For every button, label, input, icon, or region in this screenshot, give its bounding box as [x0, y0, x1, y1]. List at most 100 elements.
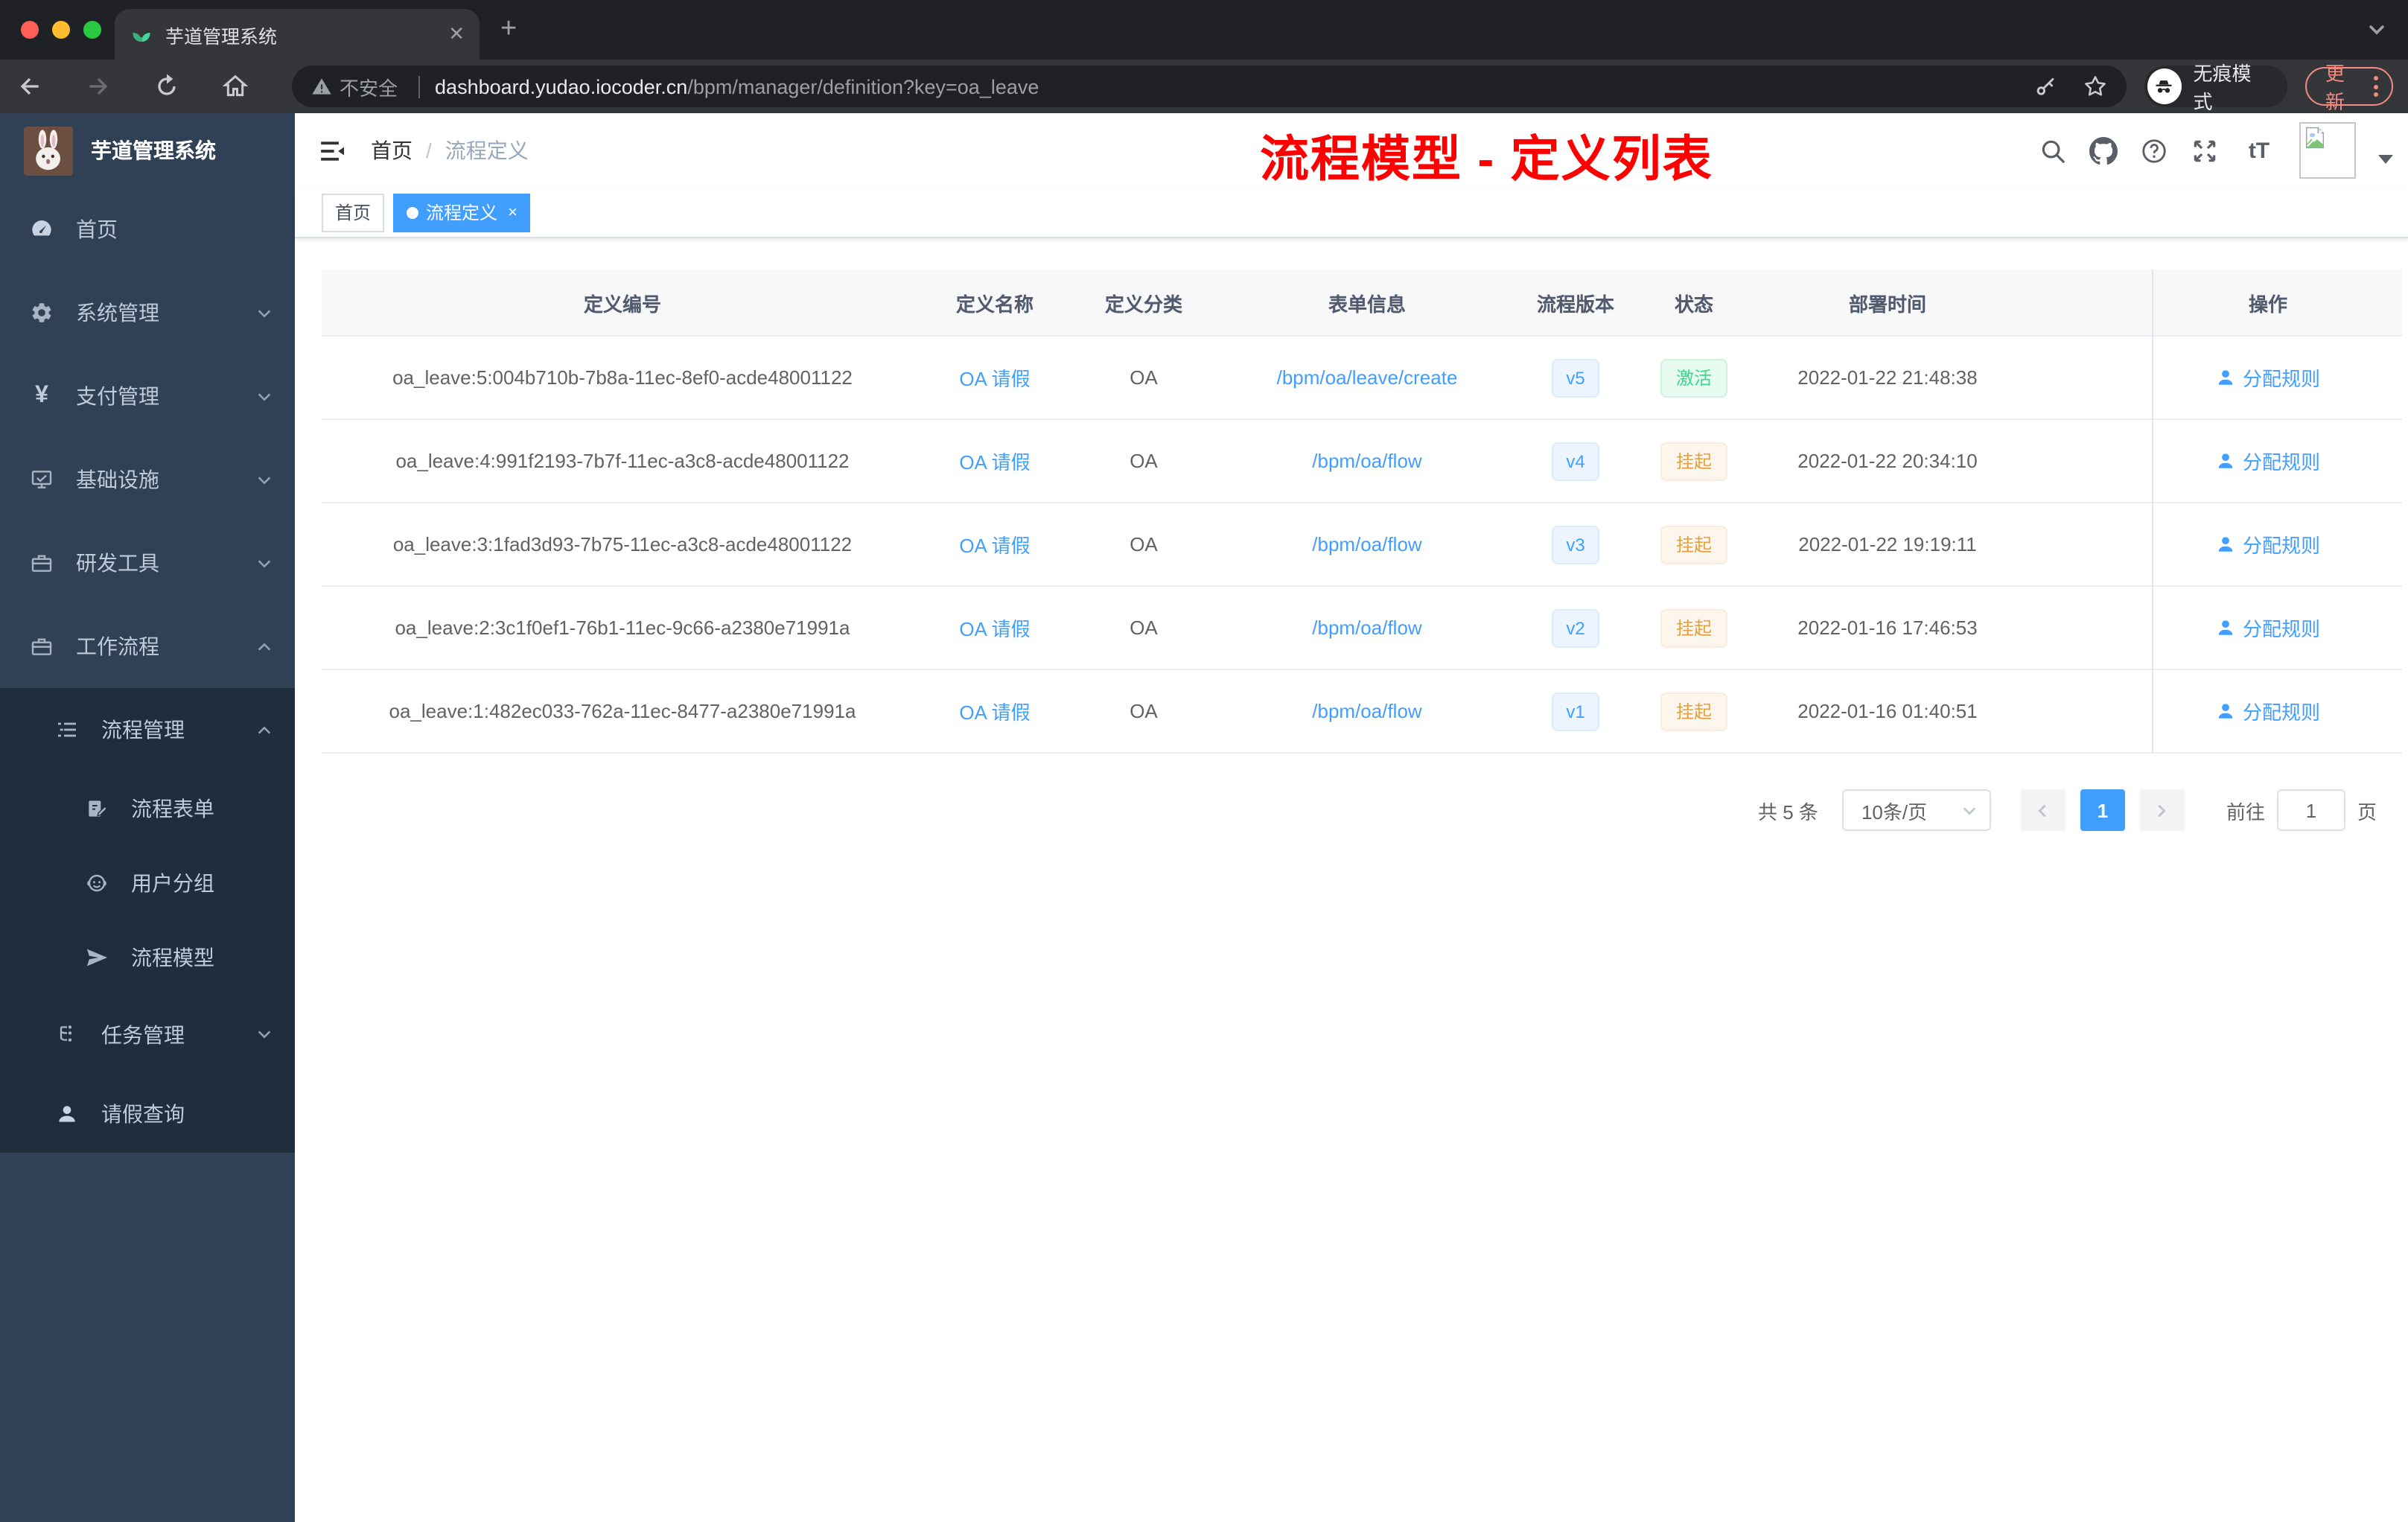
monitor-check-icon: [30, 468, 54, 491]
reload-icon[interactable]: [152, 71, 182, 101]
form-link[interactable]: /bpm/oa/leave/create: [1277, 366, 1458, 389]
sidebar-logo[interactable]: 芋道管理系统: [0, 113, 295, 188]
assign-rule-button[interactable]: 分配规则: [2216, 697, 2320, 725]
goto-page-input[interactable]: [2276, 789, 2345, 831]
sidebar: 芋道管理系统 首页 系统管理 ¥ 支付管理 基础设施 研发工具 工作流程 流程管…: [0, 113, 295, 1522]
deploy-time: 2022-01-16 17:46:53: [1797, 617, 1978, 639]
col-header: 定义编号: [322, 270, 923, 335]
back-icon[interactable]: [15, 71, 45, 101]
next-page-button[interactable]: [2139, 789, 2185, 831]
minimize-window-button[interactable]: [52, 21, 70, 39]
col-header: 表单信息: [1221, 270, 1513, 335]
deploy-time: 2022-01-22 20:34:10: [1797, 450, 1978, 472]
avatar[interactable]: [2299, 122, 2356, 179]
breadcrumb-home[interactable]: 首页: [371, 136, 413, 165]
user-group-face-icon: [85, 871, 109, 895]
chevron-down-icon: [258, 1031, 271, 1039]
browser-toolbar: 不安全 dashboard.yudao.iocoder.cn/bpm/manag…: [0, 60, 2408, 113]
definition-name-link[interactable]: OA 请假: [959, 447, 1030, 475]
tag-home[interactable]: 首页: [322, 193, 385, 232]
browser-tab[interactable]: 芋道管理系统 ✕: [115, 9, 480, 60]
main-panel: 首页 / 流程定义 流程模型 - 定义列表 tT 首页 流程定义 × 定义编号 …: [295, 113, 2408, 1522]
tab-close-icon[interactable]: ✕: [448, 22, 465, 46]
tab-strip: 芋道管理系统 ✕ +: [0, 0, 2408, 60]
assign-rule-button[interactable]: 分配规则: [2216, 614, 2320, 642]
page-size-select[interactable]: 10条/页: [1841, 789, 1991, 831]
help-question-icon[interactable]: [2140, 136, 2168, 165]
sidebar-item-process-model[interactable]: 流程模型: [0, 920, 295, 995]
version-badge: v5: [1551, 358, 1600, 397]
status-badge: 激活: [1660, 358, 1727, 397]
sidebar-item-payment[interactable]: ¥ 支付管理: [0, 354, 295, 438]
sidebar-item-process-form[interactable]: 流程表单: [0, 771, 295, 846]
new-tab-button[interactable]: +: [500, 15, 517, 43]
zoom-window-button[interactable]: [83, 21, 101, 39]
tag-process-definition[interactable]: 流程定义 ×: [393, 193, 531, 232]
not-secure-warning-icon[interactable]: [310, 74, 334, 98]
update-label[interactable]: 更新: [2325, 58, 2362, 115]
close-window-button[interactable]: [21, 21, 39, 39]
definition-name-link[interactable]: OA 请假: [959, 614, 1030, 642]
sidebar-item-workflow[interactable]: 工作流程: [0, 605, 295, 688]
form-link[interactable]: /bpm/oa/flow: [1312, 450, 1421, 472]
fullscreen-icon[interactable]: [2191, 136, 2219, 165]
assign-rule-button[interactable]: 分配规则: [2216, 530, 2320, 558]
bookmark-star-icon[interactable]: [2082, 73, 2109, 100]
sidebar-item-leave-query[interactable]: 请假查询: [0, 1074, 295, 1153]
tab-search-chevron-icon[interactable]: [2366, 19, 2387, 40]
table-row: oa_leave:2:3c1f0ef1-76b1-11ec-9c66-a2380…: [322, 587, 2402, 670]
kebab-menu-icon[interactable]: [2373, 76, 2378, 97]
chevron-up-icon: [258, 725, 271, 733]
browser-update-menu[interactable]: 更新: [2305, 63, 2393, 113]
current-page-button[interactable]: 1: [2080, 789, 2125, 831]
user-icon: [2218, 620, 2233, 635]
sidebar-item-home[interactable]: 首页: [0, 188, 295, 271]
page-unit-label: 页: [2357, 800, 2377, 823]
password-key-icon[interactable]: [2033, 74, 2058, 99]
chevron-up-icon: [258, 642, 271, 650]
page-size-value: 10条/页: [1861, 800, 1928, 823]
sidebar-item-user-group[interactable]: 用户分组: [0, 846, 295, 920]
forward-icon[interactable]: [83, 71, 113, 101]
github-icon[interactable]: [2089, 136, 2118, 165]
sidebar-item-label: 首页: [76, 217, 118, 241]
url-domain[interactable]: dashboard.yudao.iocoder.cn: [435, 75, 687, 98]
address-bar[interactable]: 不安全 dashboard.yudao.iocoder.cn/bpm/manag…: [292, 66, 2127, 107]
chevron-down-icon: [1963, 806, 1976, 815]
table-header-row: 定义编号 定义名称 定义分类 表单信息 流程版本 状态 部署时间 操作: [322, 270, 2402, 337]
form-link[interactable]: /bpm/oa/flow: [1312, 700, 1421, 722]
assign-rule-button[interactable]: 分配规则: [2216, 363, 2320, 392]
sidebar-item-infrastructure[interactable]: 基础设施: [0, 438, 295, 521]
sidebar-item-label: 系统管理: [76, 301, 159, 325]
page-content: 定义编号 定义名称 定义分类 表单信息 流程版本 状态 部署时间 操作 oa_l…: [295, 238, 2408, 1522]
sidebar-item-task-management[interactable]: 任务管理: [0, 995, 295, 1074]
avatar-caret-icon[interactable]: [2378, 155, 2393, 164]
search-icon[interactable]: [2039, 136, 2067, 165]
toolbox-icon: [30, 551, 54, 575]
tag-close-icon[interactable]: ×: [508, 203, 517, 221]
assign-rule-button[interactable]: 分配规则: [2216, 447, 2320, 475]
definition-name-link[interactable]: OA 请假: [959, 363, 1030, 392]
url-path[interactable]: /bpm/manager/definition?key=oa_leave: [687, 75, 1039, 98]
form-link[interactable]: /bpm/oa/flow: [1312, 617, 1421, 639]
home-icon[interactable]: [220, 71, 250, 101]
prev-page-button[interactable]: [2020, 789, 2065, 831]
definition-name-link[interactable]: OA 请假: [959, 697, 1030, 725]
table-row: oa_leave:4:991f2193-7b7f-11ec-a3c8-acde4…: [322, 420, 2402, 503]
sidebar-item-label: 研发工具: [76, 551, 159, 575]
version-badge: v3: [1551, 525, 1600, 564]
col-header: 部署时间: [1750, 270, 2025, 335]
sidebar-item-process-management[interactable]: 流程管理: [0, 688, 295, 771]
not-secure-label[interactable]: 不安全: [340, 72, 398, 101]
hamburger-collapse-icon[interactable]: [319, 136, 347, 165]
form-link[interactable]: /bpm/oa/flow: [1312, 533, 1421, 555]
definition-id: oa_leave:3:1fad3d93-7b75-11ec-a3c8-acde4…: [392, 533, 853, 555]
page-title-annotation: 流程模型 - 定义列表: [1260, 131, 1713, 186]
window-controls[interactable]: [21, 21, 101, 39]
definition-name-link[interactable]: OA 请假: [959, 530, 1030, 558]
sidebar-item-devtools[interactable]: 研发工具: [0, 521, 295, 605]
definition-category: OA: [1130, 700, 1158, 722]
table-row: oa_leave:3:1fad3d93-7b75-11ec-a3c8-acde4…: [322, 503, 2402, 587]
font-size-icon[interactable]: [2241, 138, 2277, 163]
sidebar-item-system[interactable]: 系统管理: [0, 271, 295, 354]
